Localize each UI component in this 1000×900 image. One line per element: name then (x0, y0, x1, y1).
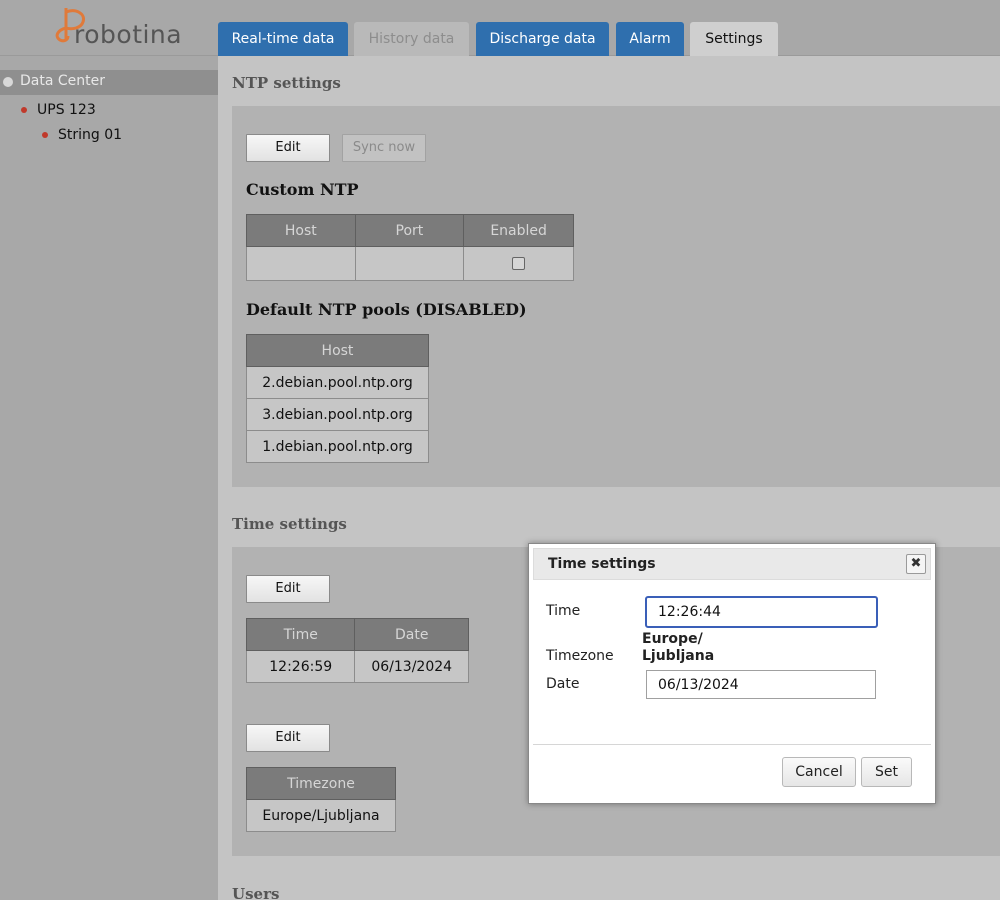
tree-node-label: String 01 (58, 127, 123, 143)
timezone-value: Europe/ Ljubljana (642, 631, 722, 665)
dialog-divider (533, 744, 931, 745)
timezone-value-line: Europe/ (642, 631, 703, 647)
node-dot-icon (3, 77, 13, 87)
timezone-edit-button[interactable]: Edit (246, 724, 330, 752)
tab-alarm[interactable]: Alarm (616, 22, 684, 56)
table-row: Europe/Ljubljana (246, 799, 396, 832)
ntp-section-title: NTP settings (232, 74, 341, 92)
date-label: Date (546, 676, 580, 692)
host-cell: 1.debian.pool.ntp.org (246, 430, 429, 463)
column-header-timezone: Timezone (246, 767, 396, 800)
users-section-title: Users (232, 885, 280, 900)
dialog-title: Time settings (548, 556, 656, 572)
set-button[interactable]: Set (861, 757, 912, 787)
tree-node-data-center[interactable]: Data Center (0, 70, 218, 95)
column-header-host: Host (246, 334, 429, 367)
custom-ntp-table: Host Port Enabled (246, 214, 574, 281)
ntp-panel: Edit Sync now Custom NTP Host Port Enabl… (232, 106, 1000, 487)
default-ntp-pools-title: Default NTP pools (DISABLED) (246, 300, 527, 319)
timezone-value-line: Ljubljana (642, 648, 715, 664)
column-header-enabled: Enabled (463, 214, 574, 247)
sidebar-tree: Data Center UPS 123 String 01 (0, 56, 218, 900)
robotina-logo[interactable]: robotina (52, 6, 182, 52)
tab-discharge-data[interactable]: Discharge data (476, 22, 609, 56)
time-settings-dialog: Time settings ✖ Time Europe/ Ljubljana T… (528, 543, 936, 804)
time-edit-button[interactable]: Edit (246, 575, 330, 603)
date-input[interactable] (646, 670, 876, 699)
port-cell (354, 246, 465, 281)
column-header-date: Date (354, 618, 469, 651)
enabled-cell (463, 246, 574, 281)
table-row: 2.debian.pool.ntp.org (246, 366, 429, 399)
tree-node-label: Data Center (20, 73, 105, 89)
dialog-titlebar[interactable]: Time settings ✖ (533, 548, 931, 580)
table-row (246, 246, 574, 281)
sync-now-button[interactable]: Sync now (342, 134, 426, 162)
table-row: 3.debian.pool.ntp.org (246, 398, 429, 431)
host-cell: 2.debian.pool.ntp.org (246, 366, 429, 399)
table-row: 12:26:59 06/13/2024 (245, 650, 469, 683)
column-header-time: Time (245, 618, 356, 651)
custom-ntp-title: Custom NTP (246, 180, 359, 199)
host-cell: 3.debian.pool.ntp.org (246, 398, 429, 431)
tab-real-time-data[interactable]: Real-time data (218, 22, 348, 56)
ntp-edit-button[interactable]: Edit (246, 134, 330, 162)
time-date-table: Time Date 12:26:59 06/13/2024 (245, 618, 469, 683)
tab-history-data[interactable]: History data (354, 22, 469, 56)
date-cell: 06/13/2024 (354, 650, 469, 683)
column-header-host: Host (246, 214, 356, 247)
tab-settings[interactable]: Settings (690, 22, 778, 57)
time-label: Time (546, 603, 581, 619)
time-input[interactable] (645, 596, 878, 628)
enabled-checkbox[interactable] (512, 257, 526, 270)
app-header: robotina Real-time data History data Dis… (0, 0, 1000, 57)
close-icon[interactable]: ✖ (906, 554, 926, 574)
brand-name: robotina (74, 20, 183, 49)
table-row: 1.debian.pool.ntp.org (246, 430, 429, 463)
column-header-port: Port (354, 214, 465, 247)
timezone-table: Timezone Europe/Ljubljana (246, 767, 396, 832)
status-dot-icon (42, 132, 48, 138)
status-dot-icon (21, 107, 27, 113)
host-cell (246, 246, 356, 281)
timezone-cell: Europe/Ljubljana (246, 799, 396, 832)
time-section-title: Time settings (232, 515, 347, 533)
cancel-button[interactable]: Cancel (782, 757, 856, 787)
time-cell: 12:26:59 (245, 650, 356, 683)
timezone-label: Timezone (546, 648, 614, 664)
tree-node-label: UPS 123 (37, 102, 96, 118)
default-ntp-pools-table: Host 2.debian.pool.ntp.org 3.debian.pool… (246, 334, 429, 463)
